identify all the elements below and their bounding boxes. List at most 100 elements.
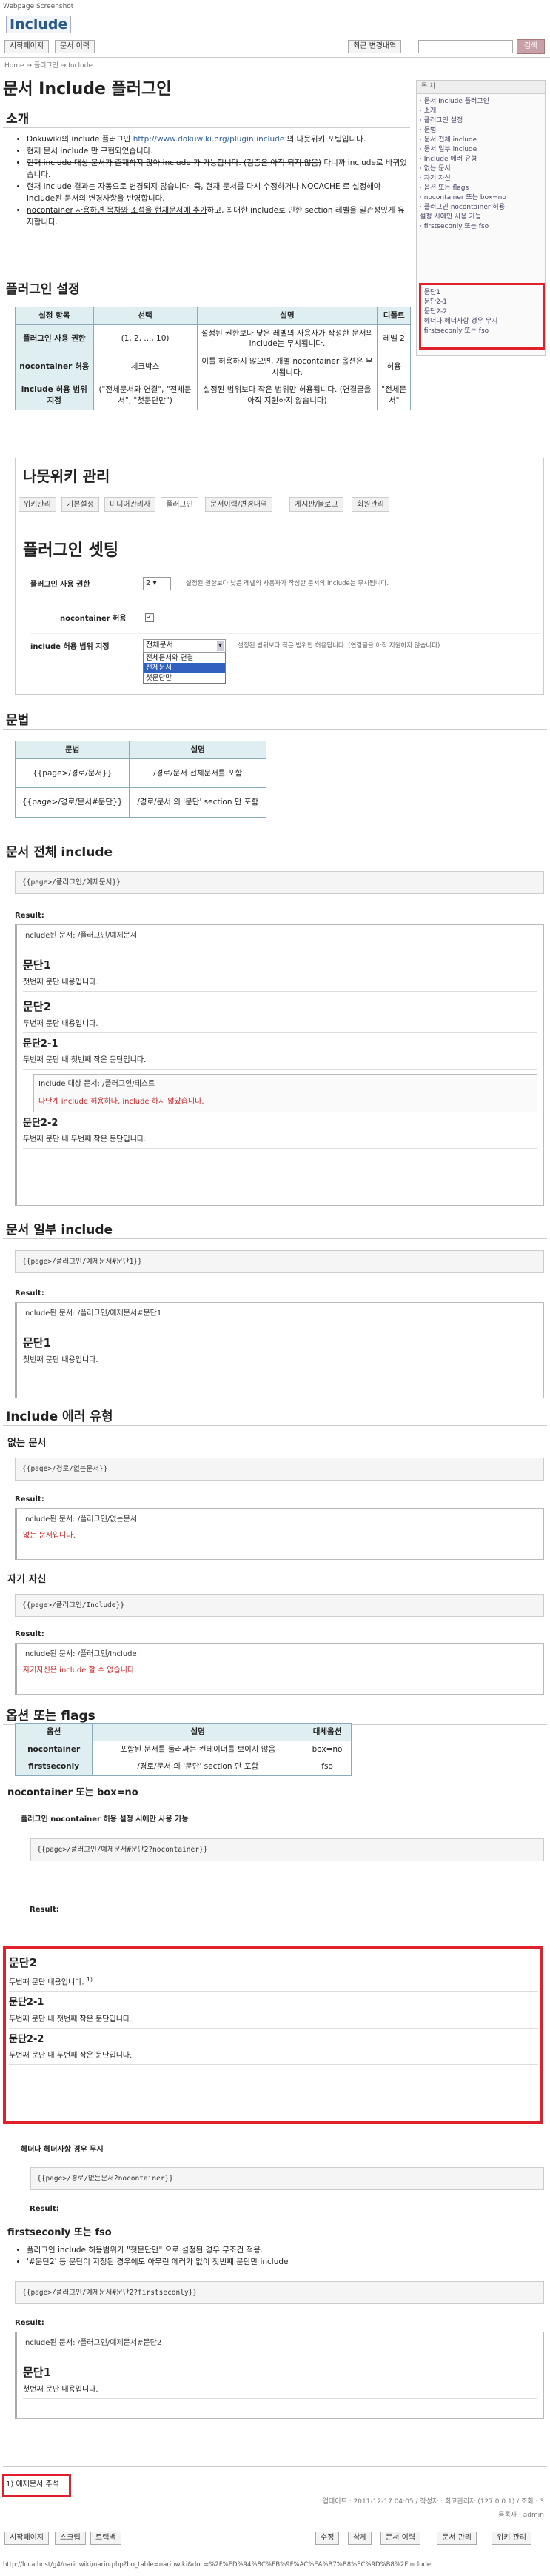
flags-table: 옵션 설명 대체옵션 nocontainer 포함된 문서를 둘러싸는 컨테이너를 보… xyxy=(14,1723,352,1777)
code-block: {{page>/플러그인/예제문서}} xyxy=(15,871,544,895)
page-url: http://localhost/g4/narinwiki/narin.php?… xyxy=(3,2561,432,2569)
delete-button[interactable]: 삭제 xyxy=(348,2532,372,2545)
code-block: {{page>/플러그인/예제문서#문단1}} xyxy=(15,1250,544,1274)
result-label: Result: xyxy=(30,1906,59,1914)
tab-media[interactable]: 미디어관리자 xyxy=(104,497,156,512)
error-missing-heading: 없는 문서 xyxy=(7,1438,47,1449)
intro-list: Dokuwiki의 include 플러그인 http://www.dokuwi… xyxy=(18,133,410,228)
section-heading: 문단1 xyxy=(23,958,52,972)
history-button[interactable]: 문서 이력 xyxy=(380,2532,420,2545)
section-settings-heading: 플러그인 설정 xyxy=(6,282,80,297)
result-label: Result: xyxy=(15,1495,44,1504)
tab-admin[interactable]: 위키관리 xyxy=(19,497,56,512)
list-item: '#문단2' 등 문단이 지정된 경우에도 아무런 에러가 없이 첫번째 문단만… xyxy=(27,2256,536,2268)
paragraph: 첫번째 문단 내용입니다. xyxy=(23,1355,537,1369)
error-message: 없는 문서입니다. xyxy=(23,1532,76,1540)
result-label: Result: xyxy=(15,1630,44,1638)
tab-history[interactable]: 문서이력/변경내역 xyxy=(205,497,272,512)
list-item: Dokuwiki의 include 플러그인 http://www.dokuwi… xyxy=(27,133,410,145)
toc-item[interactable]: · 문서 전체 include xyxy=(420,136,542,145)
recent-changes-button[interactable]: 최근 변경내역 xyxy=(348,40,402,53)
range-dropdown: 전체문서와 연결 전체문서 첫문단만 xyxy=(143,653,226,684)
table-row: {{page>/경로/문서#문단}}/경로/문서 의 '문단' section … xyxy=(14,787,266,818)
footnote-highlight-box xyxy=(2,2474,71,2497)
page-title: 문서 Include 플러그인 xyxy=(3,80,172,99)
tab-board[interactable]: 게시판/블로그 xyxy=(289,497,343,512)
range-label: include 허용 범위 지정 xyxy=(30,643,110,651)
nocontainer-checkbox[interactable]: ✓ xyxy=(145,613,154,622)
error-message: 자기자신은 include 할 수 없습니다. xyxy=(23,1666,137,1675)
section-intro-heading: 소개 xyxy=(6,112,30,127)
fso-list: 플러그인 include 허용범위가 "첫문단만" 으로 설정된 경우 무조건 … xyxy=(18,2244,536,2268)
include-note: Include 대상 문서: /플러그인/테스트 xyxy=(38,1080,155,1089)
toc-item[interactable]: · 소개 xyxy=(420,107,542,116)
permission-desc: 설정된 권한보다 낮은 레벨의 사용자가 작성한 문서의 include는 무시… xyxy=(186,580,389,587)
code-block: {{page>/플러그인/예제문서#문단2?nocontainer}} xyxy=(30,1838,544,1862)
section-heading: 문단2 xyxy=(23,1000,52,1013)
ignore-heading: 헤더나 헤더사항 경우 무시 xyxy=(21,2146,104,2154)
range-option[interactable]: 첫문단만 xyxy=(144,673,225,683)
search-button[interactable]: 검색 xyxy=(517,39,545,54)
author-meta: 등록자 : admin xyxy=(498,2512,544,2519)
code-block: {{page>/경로/없는문서?nocontainer}} xyxy=(30,2167,544,2191)
toc-item[interactable]: · 문법 xyxy=(420,126,542,136)
section-syntax-heading: 문법 xyxy=(6,713,30,728)
plugin-link[interactable]: http://www.dokuwiki.org/plugin:include xyxy=(133,135,284,144)
paragraph: 두번째 문단 내용입니다. xyxy=(23,1019,537,1033)
paragraph: 첫번째 문단 내용입니다. xyxy=(23,2385,537,2399)
permission-label: 플러그인 사용 권한 xyxy=(30,581,90,589)
toc-item[interactable]: · firstseconly 또는 fso xyxy=(420,222,542,232)
plugin-settings-title: 플러그인 셋팅 xyxy=(23,541,119,560)
toc-item[interactable]: · 없는 문서 xyxy=(420,164,542,174)
tab-plugin[interactable]: 플러그인 xyxy=(161,497,198,512)
paragraph: 두번째 문단 내 두번째 작은 문단입니다. xyxy=(23,1135,537,1149)
doc-admin-button[interactable]: 문서 관리 xyxy=(437,2532,477,2545)
search-input[interactable] xyxy=(418,40,513,53)
syntax-table: 문법 설명 {{page>/경로/문서}}/경로/문서 전체문서를 포함 {{pa… xyxy=(14,741,266,818)
result-label: Result: xyxy=(30,2205,59,2213)
wiki-admin-button[interactable]: 위키 관리 xyxy=(492,2532,531,2545)
result-box: Include된 문서: /플러그인/예제문서#문단2 문단1 첫번째 문단 내… xyxy=(15,2332,544,2419)
nocontainer-label: nocontainer 허용 xyxy=(60,615,127,623)
result-box: Include된 문서: /플러그인/예제문서 문단1 첫번째 문단 내용입니다… xyxy=(15,924,544,1206)
list-item: 현재 include 대상 문서가 존재하지 않아 include 가 가능합니… xyxy=(27,157,410,181)
table-row: nocontainer 포함된 문서를 둘러싸는 컨테이너를 보이지 않음 box=… xyxy=(14,1740,352,1759)
tab-members[interactable]: 회원관리 xyxy=(352,497,389,512)
highlight-box xyxy=(3,1946,543,2124)
toc-item[interactable]: · 자기 자신 xyxy=(420,174,542,184)
screenshot-caption: Webpage Screenshot xyxy=(3,3,74,10)
site-title[interactable]: Include xyxy=(6,15,72,35)
range-option[interactable]: 전체문서 xyxy=(144,663,225,673)
toc-item[interactable]: · 옵션 또는 flags xyxy=(420,184,542,193)
toc-highlight-box xyxy=(419,283,545,350)
range-desc: 설정된 범위보다 작은 범위만 허용됩니다. (연결글을 아직 지원하지 않습니… xyxy=(238,642,440,650)
include-note: Include된 문서: /플러그인/없는문서 xyxy=(23,1515,138,1524)
toc-item[interactable]: · 플러그인 설정 xyxy=(420,116,542,126)
result-box: Include된 문서: /플러그인/Include 자기자신은 include… xyxy=(15,1643,544,1695)
tab-basic[interactable]: 기본설정 xyxy=(61,497,99,512)
toc-item[interactable]: · 문서 Include 플러그인 xyxy=(420,97,542,107)
toc-item[interactable]: · Include 에러 유형 xyxy=(420,155,542,164)
section-full-include-heading: 문서 전체 include xyxy=(6,845,113,860)
scrap-button[interactable]: 스크랩 xyxy=(55,2532,86,2545)
toc-item[interactable]: · 문서 일부 include xyxy=(420,145,542,155)
section-part-include-heading: 문서 일부 include xyxy=(6,1223,113,1238)
toc-item[interactable]: · 플러그인 nocontainer 허용 xyxy=(420,203,542,213)
code-block: {{page>/경로/없는문서}} xyxy=(15,1458,544,1481)
fso-heading: firstseconly 또는 fso xyxy=(7,2227,112,2238)
range-option[interactable]: 전체문서와 연결 xyxy=(144,653,225,663)
range-select[interactable]: 전체문서 ▾ xyxy=(143,639,226,653)
table-row: nocontainer 허용 체크박스 이를 허용하지 않으면, 개별 nocont… xyxy=(15,353,411,382)
home-button[interactable]: 시작페이지 xyxy=(4,40,49,53)
table-row: include 허용 범위 지정 ("전체문서와 연결", "전체문서", "첫문… xyxy=(15,381,411,410)
edit-button[interactable]: 수정 xyxy=(315,2532,340,2545)
history-button[interactable]: 문서 이력 xyxy=(55,40,95,53)
code-block: {{page>/플러그인/Include}} xyxy=(15,1594,544,1618)
trackback-button[interactable]: 트랙백 xyxy=(90,2532,121,2545)
toc-item[interactable]: 설정 시에만 사용 가능 xyxy=(420,213,542,222)
permission-select[interactable]: 2 ▾ xyxy=(143,577,171,590)
nested-include-box: Include 대상 문서: /플러그인/테스트 다단계 include 허용하… xyxy=(33,1074,537,1113)
toc-item[interactable]: · nocontainer 또는 box=no xyxy=(420,193,542,203)
home-button[interactable]: 시작페이지 xyxy=(4,2532,49,2545)
nocontainer-subheading: 플러그인 nocontainer 허용 설정 시에만 사용 가능 xyxy=(21,1815,189,1823)
